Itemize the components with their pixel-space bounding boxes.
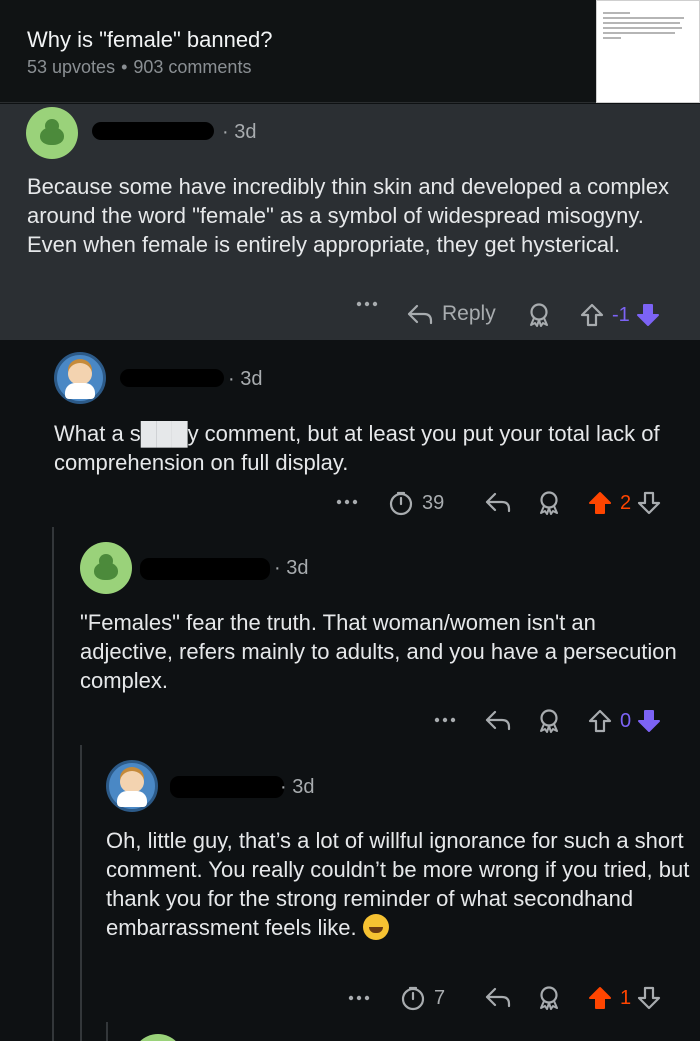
- upvote-icon[interactable]: [580, 302, 604, 328]
- avatar[interactable]: [132, 1034, 184, 1041]
- reply-button[interactable]: [484, 708, 512, 732]
- post-thumbnail[interactable]: [596, 0, 700, 103]
- downvote-icon[interactable]: [636, 302, 660, 328]
- upvote-icon[interactable]: [588, 985, 612, 1011]
- redacted-username: [120, 369, 224, 387]
- downvote-icon[interactable]: [637, 490, 661, 516]
- thread-line[interactable]: [80, 745, 82, 1041]
- downvote-icon[interactable]: [637, 985, 661, 1011]
- reply-icon: [407, 304, 433, 325]
- upvote-count: 53 upvotes: [27, 57, 116, 77]
- more-icon: [356, 301, 378, 307]
- comment-timestamp: · 3d: [274, 557, 309, 579]
- post-header: Why is "female" banned? 53 upvotes • 903 c…: [0, 0, 700, 103]
- avatar[interactable]: [54, 352, 106, 404]
- reply-button[interactable]: Reply: [406, 302, 496, 326]
- award-icon: [530, 303, 548, 327]
- more-icon: [434, 717, 456, 723]
- awards-button[interactable]: 39: [388, 490, 444, 516]
- thread-line[interactable]: [52, 527, 54, 1041]
- vote-count: 0: [620, 709, 632, 732]
- redacted-username: [140, 558, 270, 580]
- timer-icon: [401, 986, 425, 1011]
- more-button[interactable]: [356, 300, 378, 308]
- award-icon: [540, 986, 558, 1010]
- avatar[interactable]: [106, 760, 158, 812]
- redacted-username: [170, 776, 284, 798]
- comment-timestamp: · 3d: [222, 121, 257, 143]
- separator-dot: •: [121, 57, 128, 77]
- reply-icon: [485, 710, 511, 731]
- redacted-username: [92, 122, 214, 140]
- comment-body: "Females" fear the truth. That woman/wom…: [80, 610, 677, 693]
- awards-button[interactable]: 7: [400, 985, 445, 1011]
- downvote-icon[interactable]: [637, 708, 661, 734]
- comment-text: Oh, little guy, that’s a lot of willful …: [106, 828, 690, 940]
- vote-controls: 0: [588, 708, 661, 734]
- more-icon: [348, 995, 370, 1001]
- award-icon: [540, 491, 558, 515]
- thread-line[interactable]: [106, 1022, 108, 1041]
- comment-count: 903 comments: [133, 57, 252, 77]
- awards-count: 39: [422, 491, 445, 514]
- more-icon: [336, 499, 358, 505]
- post-meta: 53 upvotes • 903 comments: [27, 57, 251, 78]
- award-button[interactable]: [536, 490, 562, 516]
- award-button[interactable]: [536, 708, 562, 734]
- upvote-icon[interactable]: [588, 490, 612, 516]
- reply-label: Reply: [442, 302, 496, 325]
- more-button[interactable]: [348, 994, 370, 1002]
- upvote-icon[interactable]: [588, 708, 612, 734]
- reply-button[interactable]: [484, 490, 512, 514]
- vote-controls: 2: [588, 490, 661, 516]
- comment-body: Oh, little guy, that’s a lot of willful …: [106, 826, 692, 942]
- award-button[interactable]: [526, 302, 552, 328]
- comment-timestamp: · 3d: [228, 368, 263, 390]
- reply-icon: [485, 492, 511, 513]
- comment-timestamp: · 3d: [280, 776, 315, 798]
- vote-count: -1: [612, 303, 630, 326]
- more-button[interactable]: [434, 716, 456, 724]
- avatar[interactable]: [26, 107, 78, 159]
- vote-controls: -1: [580, 302, 660, 328]
- timer-icon: [389, 491, 413, 516]
- laughing-emoji-icon: [362, 914, 389, 940]
- vote-count: 2: [620, 491, 632, 514]
- avatar[interactable]: [80, 542, 132, 594]
- awards-count: 7: [434, 986, 446, 1009]
- vote-count: 1: [620, 986, 632, 1009]
- award-icon: [540, 709, 558, 733]
- reply-icon: [485, 987, 511, 1008]
- award-button[interactable]: [536, 985, 562, 1011]
- more-button[interactable]: [336, 498, 358, 506]
- reply-button[interactable]: [484, 985, 512, 1009]
- comment-body: What a s███y comment, but at least you p…: [54, 421, 660, 475]
- post-title[interactable]: Why is "female" banned?: [27, 27, 273, 53]
- comment-body: Because some have incredibly thin skin a…: [27, 174, 670, 257]
- vote-controls: 1: [588, 985, 661, 1011]
